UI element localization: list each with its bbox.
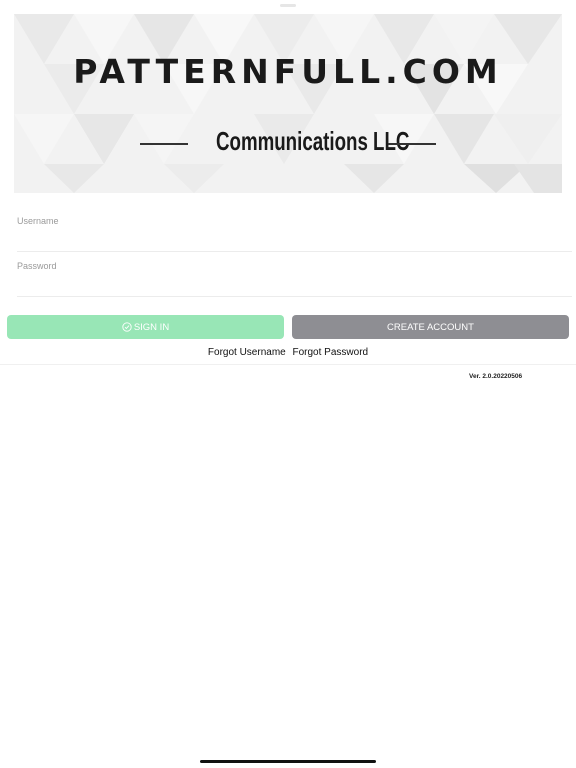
check-circle-icon [122, 322, 132, 332]
sign-in-button[interactable]: SIGN IN [7, 315, 284, 339]
password-input[interactable] [17, 273, 572, 295]
login-screen: PATTERNFULL.COM Communications LLC Usern… [0, 0, 576, 768]
top-grabber [280, 4, 296, 7]
username-label: Username [17, 216, 59, 226]
section-divider [0, 364, 576, 365]
home-indicator[interactable] [200, 760, 376, 763]
create-account-label: CREATE ACCOUNT [387, 321, 474, 333]
subtitle-rule-left [140, 143, 188, 145]
create-account-button[interactable]: CREATE ACCOUNT [292, 315, 569, 339]
forgot-password-link[interactable]: Forgot Password [293, 347, 369, 358]
subtitle-rule-right [388, 143, 436, 145]
triangle-pattern-background [14, 14, 562, 193]
company-subtitle-row: Communications LLC [14, 124, 562, 164]
username-input[interactable] [17, 228, 572, 250]
recovery-links: Forgot Username Forgot Password [0, 347, 576, 358]
password-label: Password [17, 261, 57, 271]
forgot-username-link[interactable]: Forgot Username [208, 347, 286, 358]
password-underline [17, 296, 572, 297]
brand-title: PATTERNFULL.COM [73, 52, 503, 91]
username-underline [17, 251, 572, 252]
company-name: Communications LLC [216, 126, 410, 156]
version-label: Ver. 2.0.20220506 [469, 373, 523, 380]
brand-banner: PATTERNFULL.COM Communications LLC [14, 14, 562, 193]
password-field: Password [17, 261, 572, 297]
username-field: Username [17, 216, 572, 252]
sign-in-label: SIGN IN [133, 321, 170, 333]
